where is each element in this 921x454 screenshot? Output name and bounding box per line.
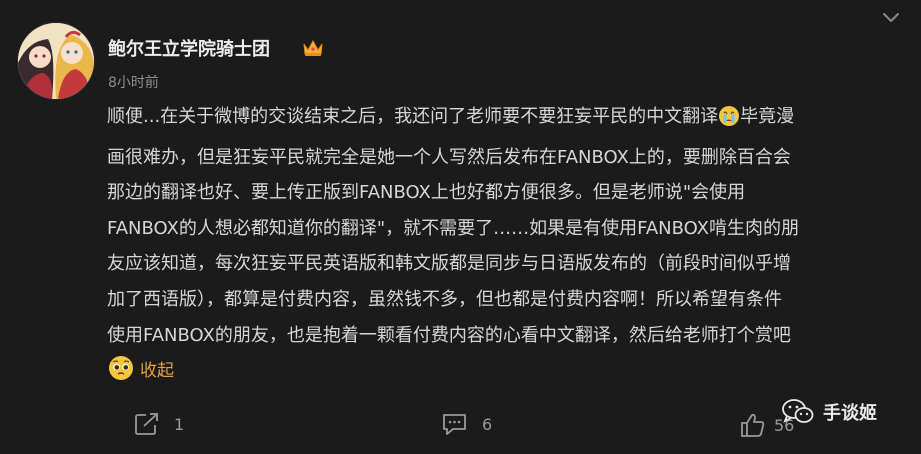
repost-button[interactable]: 1 [134, 412, 184, 436]
author-name[interactable]: 鲍尔王立学院骑士团 [108, 35, 270, 61]
post-text-line-1: 顺便...在关于微博的交谈结束之后，我还问了老师要不要狂妄平民的中文翻译 [107, 106, 719, 127]
crown-icon[interactable] [302, 38, 324, 58]
post-content: 顺便...在关于微博的交谈结束之后，我还问了老师要不要狂妄平民的中文翻译 毕竟漫… [107, 99, 919, 353]
repost-count: 1 [174, 414, 185, 434]
thumbs-up-icon [741, 413, 765, 437]
avatar[interactable] [18, 23, 94, 99]
post-text-line-1-tail: 毕竟漫 [740, 106, 795, 127]
share-icon [135, 413, 158, 435]
post-line-4: FANBOX的人想必都知道你的翻译"，就不需要了……如果是有使用FANBOX啃生… [107, 217, 799, 239]
post-line-2: 画很难办，但是狂妄平民就完全是她一个人写然后发布在FANBOX上的，要删除百合会 [107, 146, 791, 168]
post-line-6: 加了西语版），都算是付费内容，虽然钱不多，但也都是付费内容啊！所以希望有条件 [107, 288, 782, 310]
post-line-3: 那边的翻译也好、要上传正版到FANBOX上也好都方便很多。但是老师说"会使用 [107, 182, 746, 204]
crying-face-emoji [718, 104, 740, 140]
collapse-button[interactable]: 收起 [108, 355, 174, 381]
pleading-face-emoji [109, 356, 133, 380]
avatar-image [18, 23, 94, 99]
post-line-7: 使用FANBOX的朋友，也是抱着一颗看付费内容的心看中文翻译，然后给老师打个赏吧 [107, 324, 791, 346]
post-line-1: 顺便...在关于微博的交谈结束之后，我还问了老师要不要狂妄平民的中文翻译 毕竟漫 [107, 99, 919, 140]
post-time: 8小时前 [108, 75, 159, 91]
watermark-text: 手谈姬 [823, 403, 877, 424]
comment-button[interactable]: 6 [441, 412, 492, 437]
watermark: 手谈姬 [781, 398, 877, 426]
comment-icon [443, 414, 466, 435]
comment-count: 6 [482, 415, 493, 434]
post-line-5: 友应该知道，每次狂妄平民英语版和韩文版都是同步与日语版发布的（前段时间似乎增 [107, 253, 791, 275]
more-options-icon[interactable] [879, 8, 903, 28]
collapse-label: 收起 [140, 360, 174, 381]
wechat-icon [782, 399, 814, 423]
